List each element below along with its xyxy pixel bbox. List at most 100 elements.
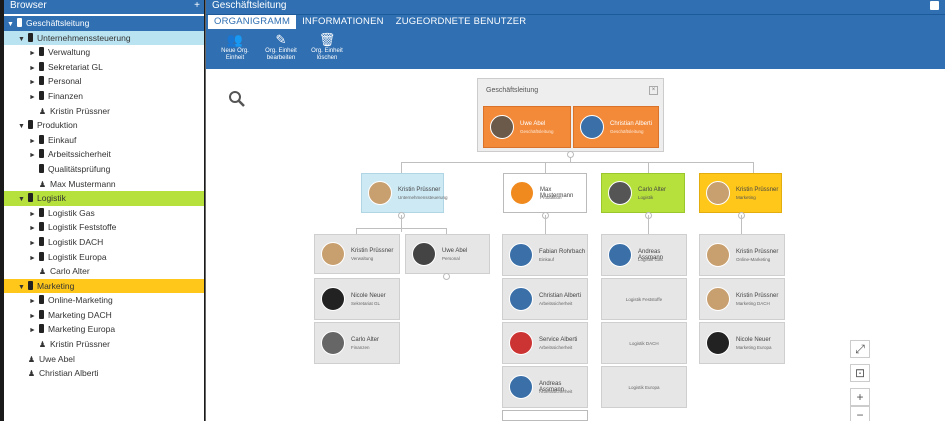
tree-item[interactable]: ► Finanzen: [4, 89, 204, 104]
tree-item[interactable]: ♟ Carlo Alter: [4, 264, 204, 279]
org-card[interactable]: Service Alberti Arbeitssicherheit: [502, 322, 588, 364]
person-icon: ♟: [27, 369, 36, 379]
zoom-out-icon[interactable]: −: [850, 406, 870, 421]
tab-informationen[interactable]: INFORMATIONEN: [296, 15, 390, 29]
toolbar-label: Einheit: [225, 55, 245, 61]
org-card[interactable]: Kristin Prüssner Verwaltung: [314, 234, 400, 274]
org-unit-icon: [28, 32, 33, 42]
avatar: [368, 181, 392, 205]
org-card[interactable]: Uwe Abel Personal: [405, 234, 490, 274]
tab-organigramm[interactable]: ORGANIGRAMM: [208, 15, 297, 29]
add-icon[interactable]: +: [194, 0, 200, 12]
card-name: Carlo Alter: [638, 187, 667, 193]
tree-item-label: Produktion: [37, 120, 78, 131]
org-card[interactable]: Andreas Assmann Arbeitssicherheit: [502, 366, 588, 408]
org-card[interactable]: Carlo Alter Finanzen: [314, 322, 400, 364]
tree-item[interactable]: ▼ Marketing: [4, 278, 204, 294]
card-role: Sekretariat GL: [351, 301, 381, 306]
org-card[interactable]: Andreas Assmann Logistik Gas: [601, 234, 687, 276]
avatar: [509, 331, 533, 355]
toolbar-label: Org. Einheit: [311, 48, 343, 54]
toolbar-button[interactable]: 🗑 Org. Einheit löschen: [304, 29, 350, 69]
card-name: Nicole Neuer: [736, 337, 771, 343]
tree-item[interactable]: ► Sekretariat GL: [4, 60, 204, 75]
org-card[interactable]: Kristin Prüssner Marketing DACH: [699, 278, 785, 320]
tree-item[interactable]: ► Marketing Europa: [4, 322, 204, 337]
tree-item[interactable]: ► Einkauf: [4, 133, 204, 148]
print-icon[interactable]: [930, 1, 939, 10]
tree-item[interactable]: ♟ Christian Alberti: [4, 366, 204, 381]
tree-item[interactable]: ► Logistik Feststoffe: [4, 220, 204, 235]
tab-zugeordnete-benutzer[interactable]: ZUGEORDNETE BENUTZER: [390, 15, 533, 29]
tree-item-label: Max Mustermann: [50, 178, 116, 189]
org-chart-canvas[interactable]: Geschäftsleitung × Uwe Abel Geschäftsleitun…: [206, 70, 945, 421]
org-unit-icon: [39, 309, 44, 319]
tree-item-label: Kristin Prüssner: [50, 339, 110, 350]
avatar: [490, 115, 514, 139]
org-card[interactable]: Logistik DACH: [601, 322, 687, 364]
tree-item[interactable]: ► Logistik Gas: [4, 206, 204, 221]
tree-item[interactable]: ♟ Kristin Prüssner: [4, 104, 204, 119]
tree-item[interactable]: ► Personal: [4, 74, 204, 89]
tree-item-label: Marketing: [37, 280, 75, 291]
org-card[interactable]: Fabian Rohrbach Einkauf: [502, 234, 588, 276]
tree-item-label: Uwe Abel: [39, 353, 75, 364]
org-card[interactable]: Kristin Prüssner Unternehmenssteuerung: [361, 173, 448, 213]
tree-item[interactable]: ► Verwaltung: [4, 45, 204, 60]
org-card[interactable]: Logistik Europa: [601, 366, 687, 408]
avatar: [510, 181, 534, 205]
card-role: Unternehmenssteuerung: [398, 195, 448, 200]
search-icon[interactable]: [228, 90, 246, 108]
tree-item[interactable]: ▼ Produktion: [4, 118, 204, 133]
browser-title: Browser: [10, 0, 47, 11]
org-card[interactable]: Nicole Neuer Sekretariat GL: [314, 278, 400, 320]
tree-item[interactable]: ► Marketing DACH: [4, 308, 204, 323]
tree-item[interactable]: ♟ Kristin Prüssner: [4, 337, 204, 352]
card-name: Uwe Abel: [442, 248, 468, 254]
avatar: [706, 181, 730, 205]
org-card[interactable]: Carlo Alter Logistik: [601, 173, 685, 213]
org-unit-icon: [39, 90, 44, 100]
tree-item-label: Logistik Feststoffe: [48, 222, 117, 233]
org-card[interactable]: Uwe Abel Geschäftsleitung: [483, 106, 571, 148]
org-card[interactable]: Christian Alberti Arbeitssicherheit: [502, 278, 588, 320]
org-tree: ▼ Geschäftsleitung ▼ Unternehmenssteuerung ►…: [4, 14, 204, 381]
toolbar-label: bearbeiten: [266, 55, 296, 61]
tree-item[interactable]: ► Logistik DACH: [4, 235, 204, 250]
browser-header: Browser +: [4, 0, 204, 14]
center-focus-icon[interactable]: ⊡: [850, 364, 870, 382]
tree-item[interactable]: ♟ Max Mustermann: [4, 177, 204, 192]
tree-item[interactable]: ► Logistik Europa: [4, 250, 204, 265]
org-card[interactable]: [502, 410, 588, 421]
collapse-toggle[interactable]: [566, 150, 574, 158]
org-unit-icon: [39, 149, 44, 159]
org-card[interactable]: Nicole Neuer Marketing Europa: [699, 322, 785, 364]
tree-item-label: Logistik: [37, 193, 66, 204]
tree-item-label: Logistik Gas: [48, 207, 95, 218]
person-icon: ♟: [38, 267, 47, 277]
collapse-toggle[interactable]: [442, 272, 450, 280]
org-card[interactable]: Kristin Prüssner Marketing: [699, 173, 782, 213]
tree-item[interactable]: ► Online-Marketing: [4, 293, 204, 308]
org-card[interactable]: Kristin Prüssner Online-Marketing: [699, 234, 785, 276]
tree-item[interactable]: ▼ Geschäftsleitung: [4, 16, 204, 31]
org-card[interactable]: Max Mustermann Produktion: [503, 173, 587, 213]
card-name: Kristin Prüssner: [351, 248, 394, 254]
zoom-in-icon[interactable]: +: [850, 388, 870, 406]
toolbar-button[interactable]: ✎ Org. Einheit bearbeiten: [258, 29, 304, 69]
close-icon[interactable]: ×: [649, 86, 658, 95]
connector-line: [356, 228, 446, 229]
fullscreen-icon[interactable]: ⤢: [850, 340, 870, 358]
tree-item[interactable]: ▼ Unternehmenssteuerung: [4, 30, 204, 46]
toolbar-button[interactable]: 👥 Neue Org. Einheit: [212, 29, 258, 69]
card-name: Christian Alberti: [610, 121, 653, 127]
tree-item[interactable]: ▼ Logistik: [4, 191, 204, 206]
tree-item[interactable]: ♟ Uwe Abel: [4, 352, 204, 367]
toolbar-label: löschen: [316, 55, 338, 61]
org-unit-icon: [17, 18, 22, 27]
org-card[interactable]: Christian Alberti Geschäftsleitung: [573, 106, 659, 148]
org-card[interactable]: Logistik Feststoffe: [601, 278, 687, 320]
tree-item[interactable]: Qualitätsprüfung: [4, 162, 204, 177]
card-role: Marketing DACH: [736, 301, 770, 306]
tree-item[interactable]: ► Arbeitssicherheit: [4, 147, 204, 162]
